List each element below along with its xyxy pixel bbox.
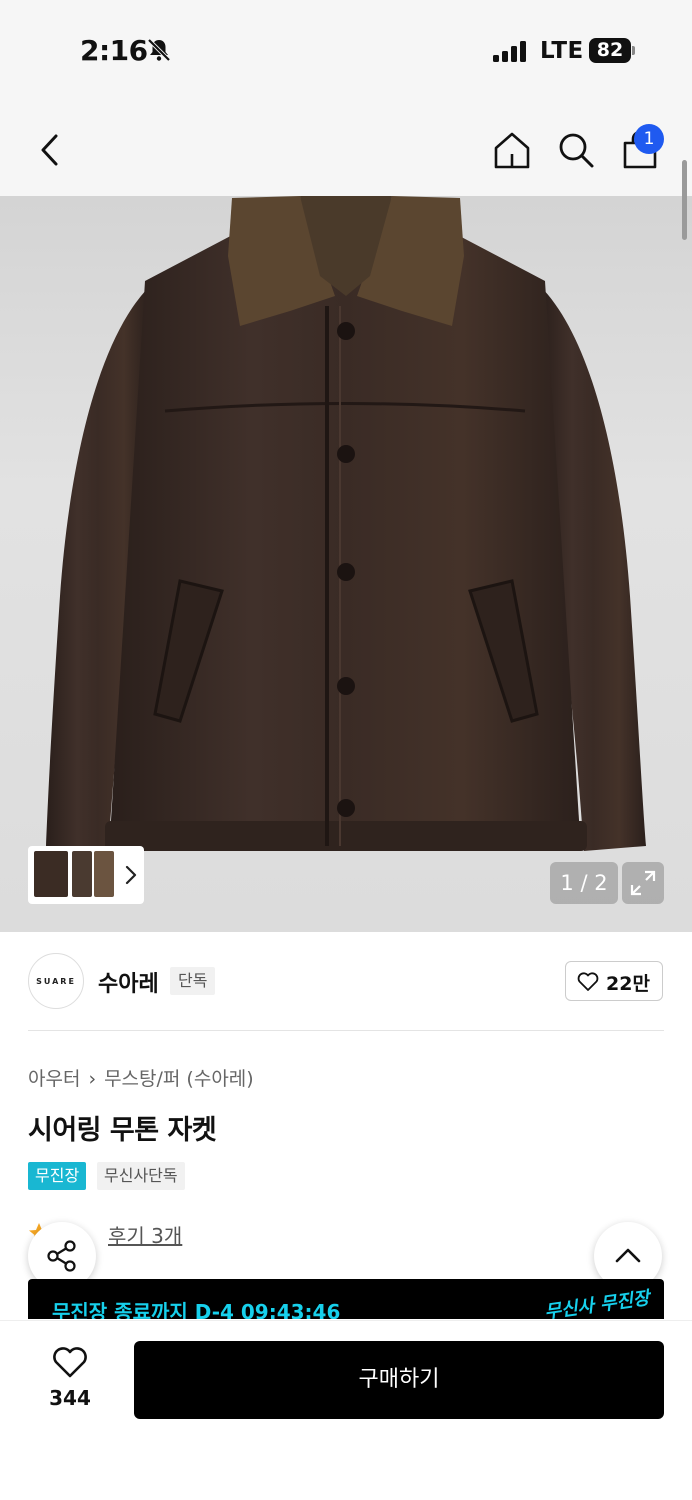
cart-count-badge: 1 <box>634 124 664 154</box>
expand-icon <box>630 870 656 896</box>
brand-logo[interactable]: SUARE <box>28 953 84 1009</box>
wish-count: 344 <box>49 1386 91 1410</box>
promo-banner[interactable]: 무진장 종료까지 D-4 09:43:46 무신사 무진장 <box>28 1279 664 1319</box>
product-title: 시어링 무톤 자켓 <box>28 1115 217 1146</box>
network-label: LTE <box>540 38 584 64</box>
battery-icon: 82 <box>589 38 631 63</box>
brand-name[interactable]: 수아레 <box>98 966 159 998</box>
promo-logo: 무신사 무진장 <box>543 1287 651 1319</box>
heart-icon <box>577 972 599 991</box>
breadcrumb-category[interactable]: 아우터 <box>28 1068 80 1090</box>
bell-off-icon <box>147 38 171 62</box>
wish-heart-icon[interactable] <box>52 1347 88 1379</box>
tag-mujinjang: 무진장 <box>28 1162 87 1190</box>
status-bar: 2:16 LTE 82 <box>0 0 692 100</box>
breadcrumb-subcategory[interactable]: 무스탕/퍼 (수아레) <box>104 1068 254 1090</box>
brand-exclusive-badge: 단독 <box>170 967 216 995</box>
buy-button[interactable]: 구매하기 <box>134 1341 664 1419</box>
brand-like-button[interactable]: 22만 <box>565 961 663 1001</box>
nav-bar: 1 <box>0 100 692 196</box>
promo-countdown: 무진장 종료까지 D-4 09:43:46 <box>52 1300 341 1319</box>
review-count-link[interactable]: 후기 3개 <box>108 1220 182 1249</box>
scrollbar[interactable] <box>682 160 687 240</box>
back-icon[interactable] <box>36 132 64 168</box>
product-image[interactable] <box>0 196 692 932</box>
jacket-illustration <box>46 196 646 851</box>
tag-musinsa-exclusive: 무신사단독 <box>97 1162 185 1190</box>
share-icon <box>47 1240 76 1272</box>
thumbnail-2[interactable] <box>72 851 92 897</box>
search-icon[interactable] <box>556 130 596 170</box>
thumbnail-1[interactable] <box>34 851 68 897</box>
battery-tip <box>632 46 635 55</box>
thumbnail-3[interactable] <box>94 851 114 897</box>
breadcrumb-separator: › <box>88 1068 97 1090</box>
divider <box>28 1030 664 1031</box>
status-time: 2:16 <box>80 34 148 67</box>
chevron-right-icon[interactable] <box>124 864 138 886</box>
brand-like-count: 22만 <box>606 973 650 995</box>
page-indicator: 1 / 2 <box>550 862 618 904</box>
breadcrumb: 아우터 › 무스탕/퍼 (수아레) <box>28 1064 254 1091</box>
home-icon[interactable] <box>492 130 532 170</box>
signal-icon <box>493 40 529 62</box>
expand-button[interactable] <box>622 862 664 904</box>
chevron-up-icon <box>615 1248 641 1263</box>
